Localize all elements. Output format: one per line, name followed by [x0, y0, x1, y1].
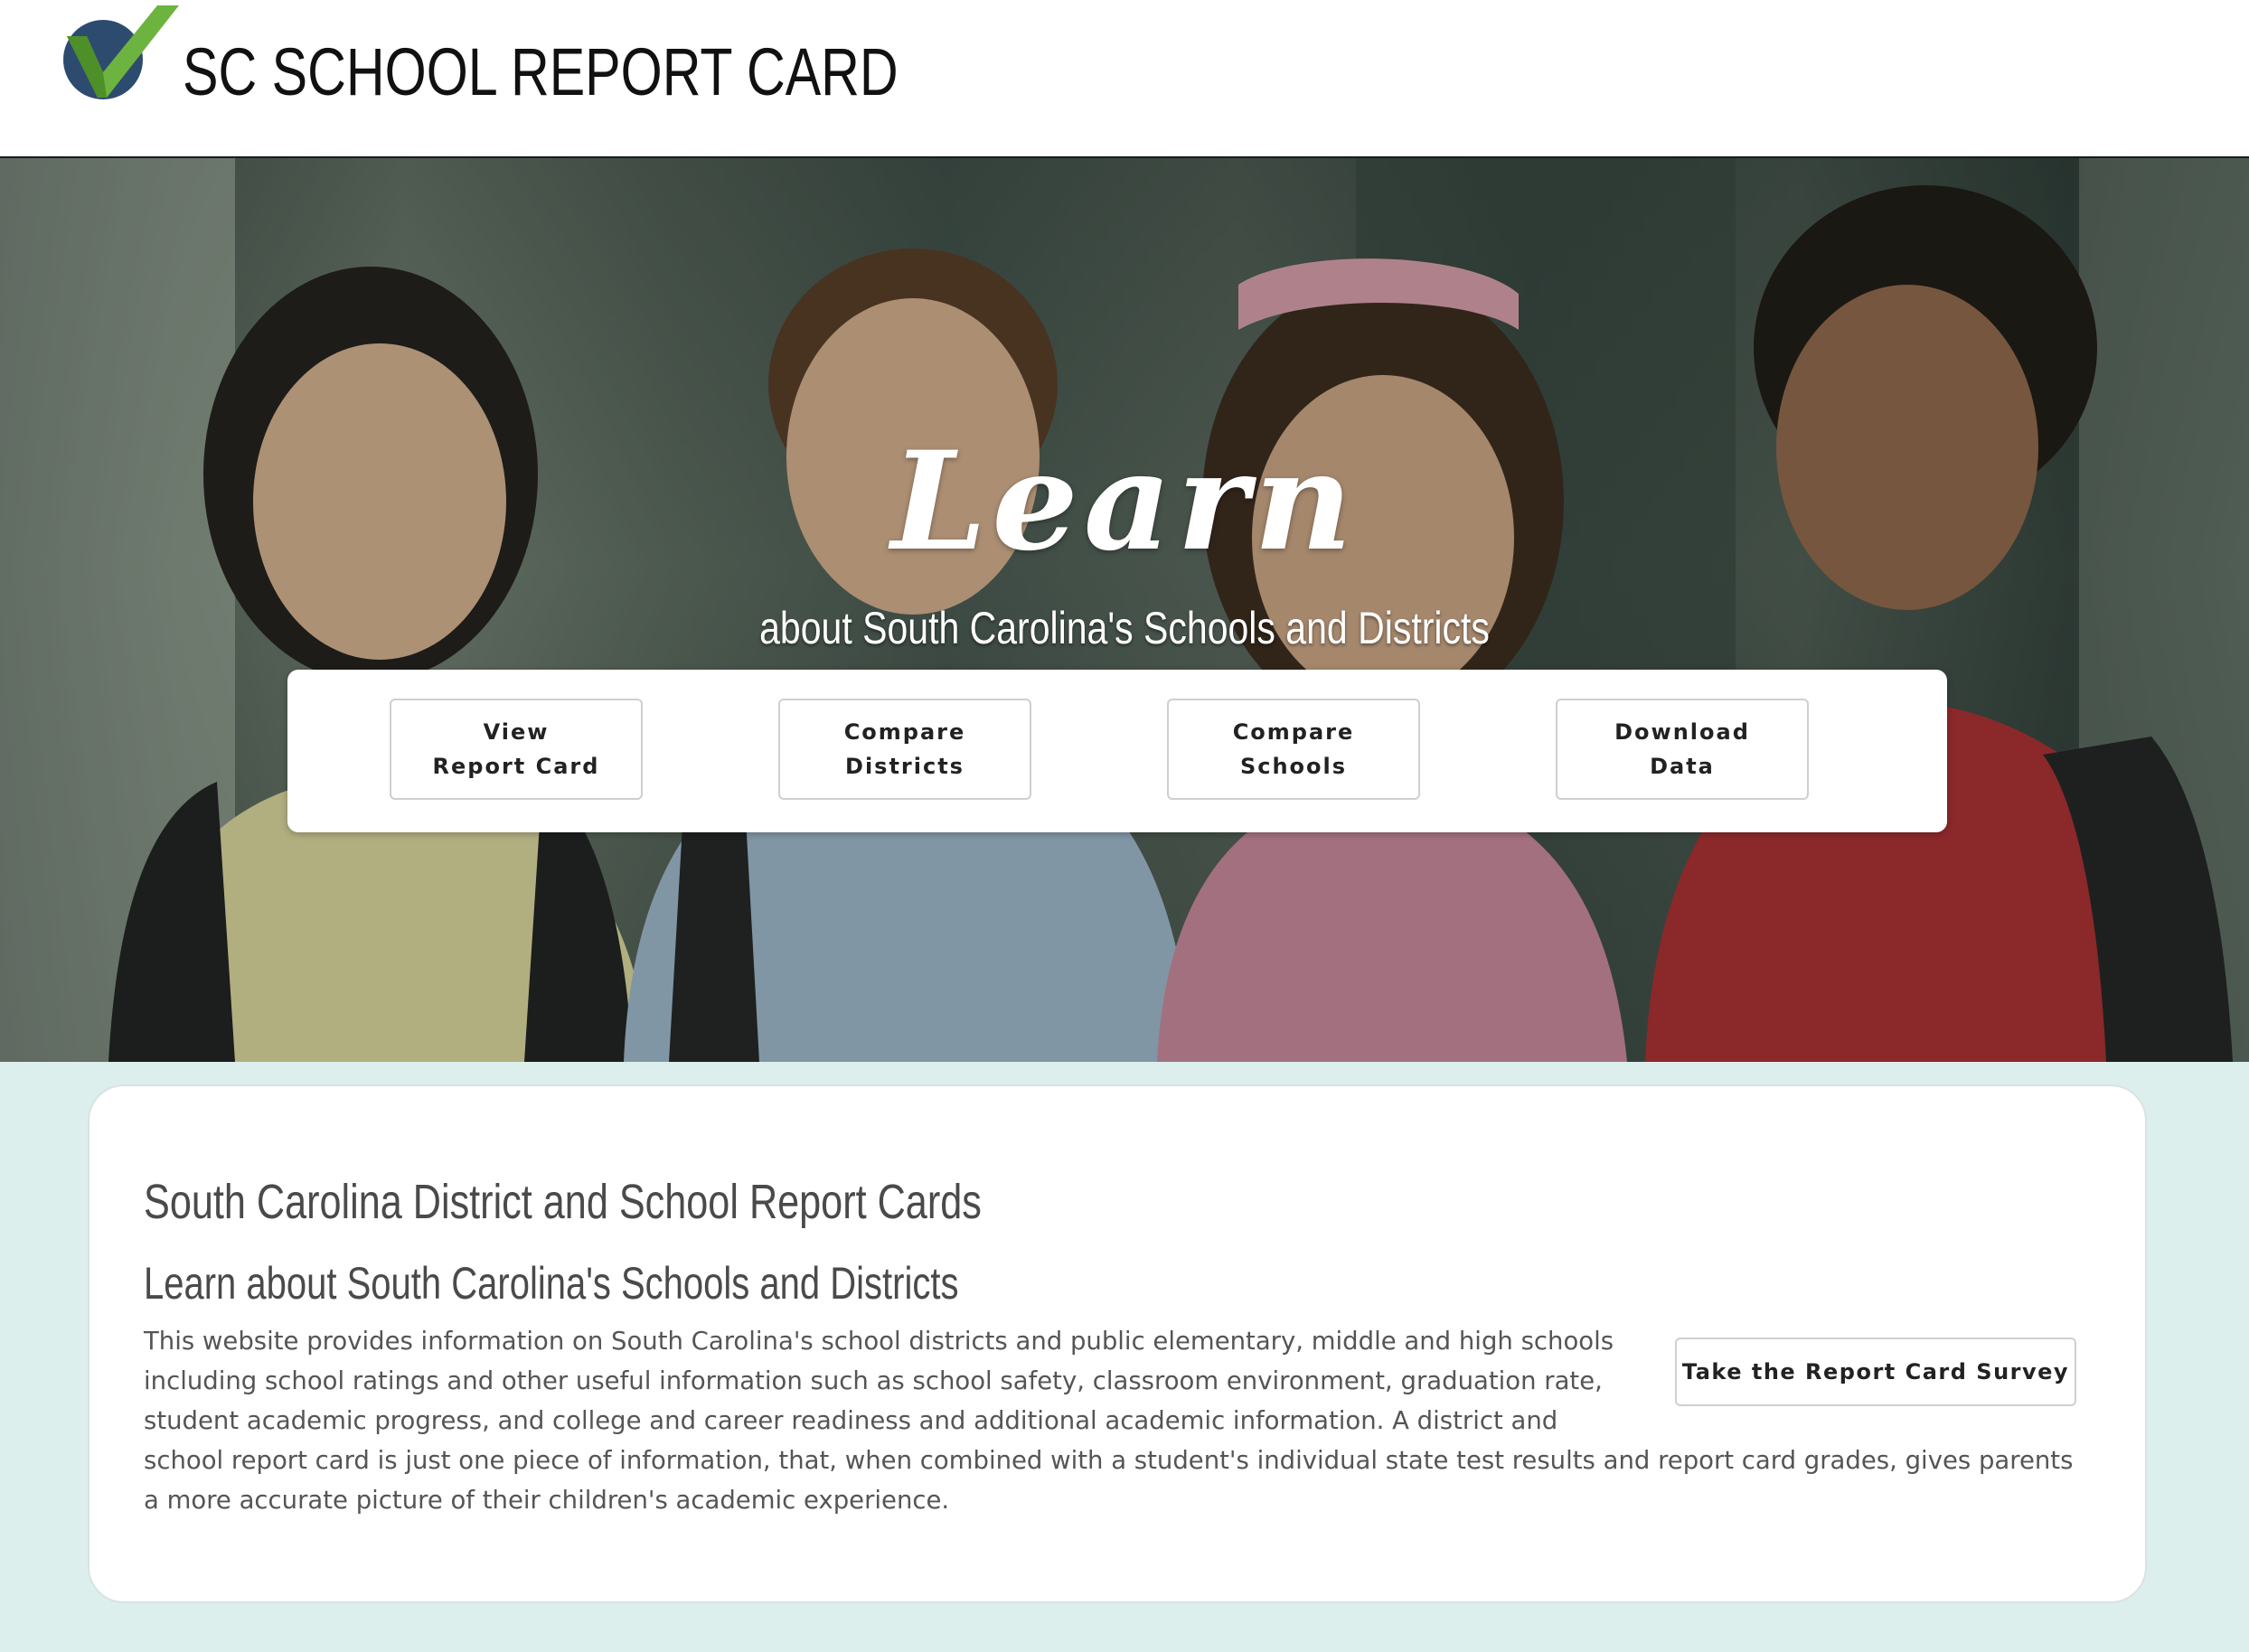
compare-districts-button[interactable]: Compare Districts — [778, 699, 1031, 800]
site-title[interactable]: SC SCHOOL REPORT CARD — [183, 27, 899, 117]
quick-actions-panel: View Report Card Compare Districts Compa… — [287, 670, 1947, 832]
info-card: South Carolina District and School Repor… — [88, 1084, 2147, 1603]
hero-title: Learn — [890, 422, 1359, 581]
view-report-card-button[interactable]: View Report Card — [390, 699, 643, 800]
info-subheading: Learn about South Carolina's Schools and… — [144, 1258, 959, 1309]
checkmark-icon[interactable] — [56, 4, 183, 103]
info-heading: South Carolina District and School Repor… — [144, 1175, 982, 1229]
hero-banner: Learn about South Carolina's Schools and… — [0, 158, 2249, 1062]
hero-subtitle: about South Carolina's Schools and Distr… — [759, 603, 1490, 653]
compare-schools-button[interactable]: Compare Schools — [1167, 699, 1420, 800]
report-card-survey-button[interactable]: Take the Report Card Survey — [1675, 1338, 2076, 1406]
download-data-button[interactable]: Download Data — [1556, 699, 1809, 800]
site-header: SC SCHOOL REPORT CARD — [0, 0, 2249, 158]
